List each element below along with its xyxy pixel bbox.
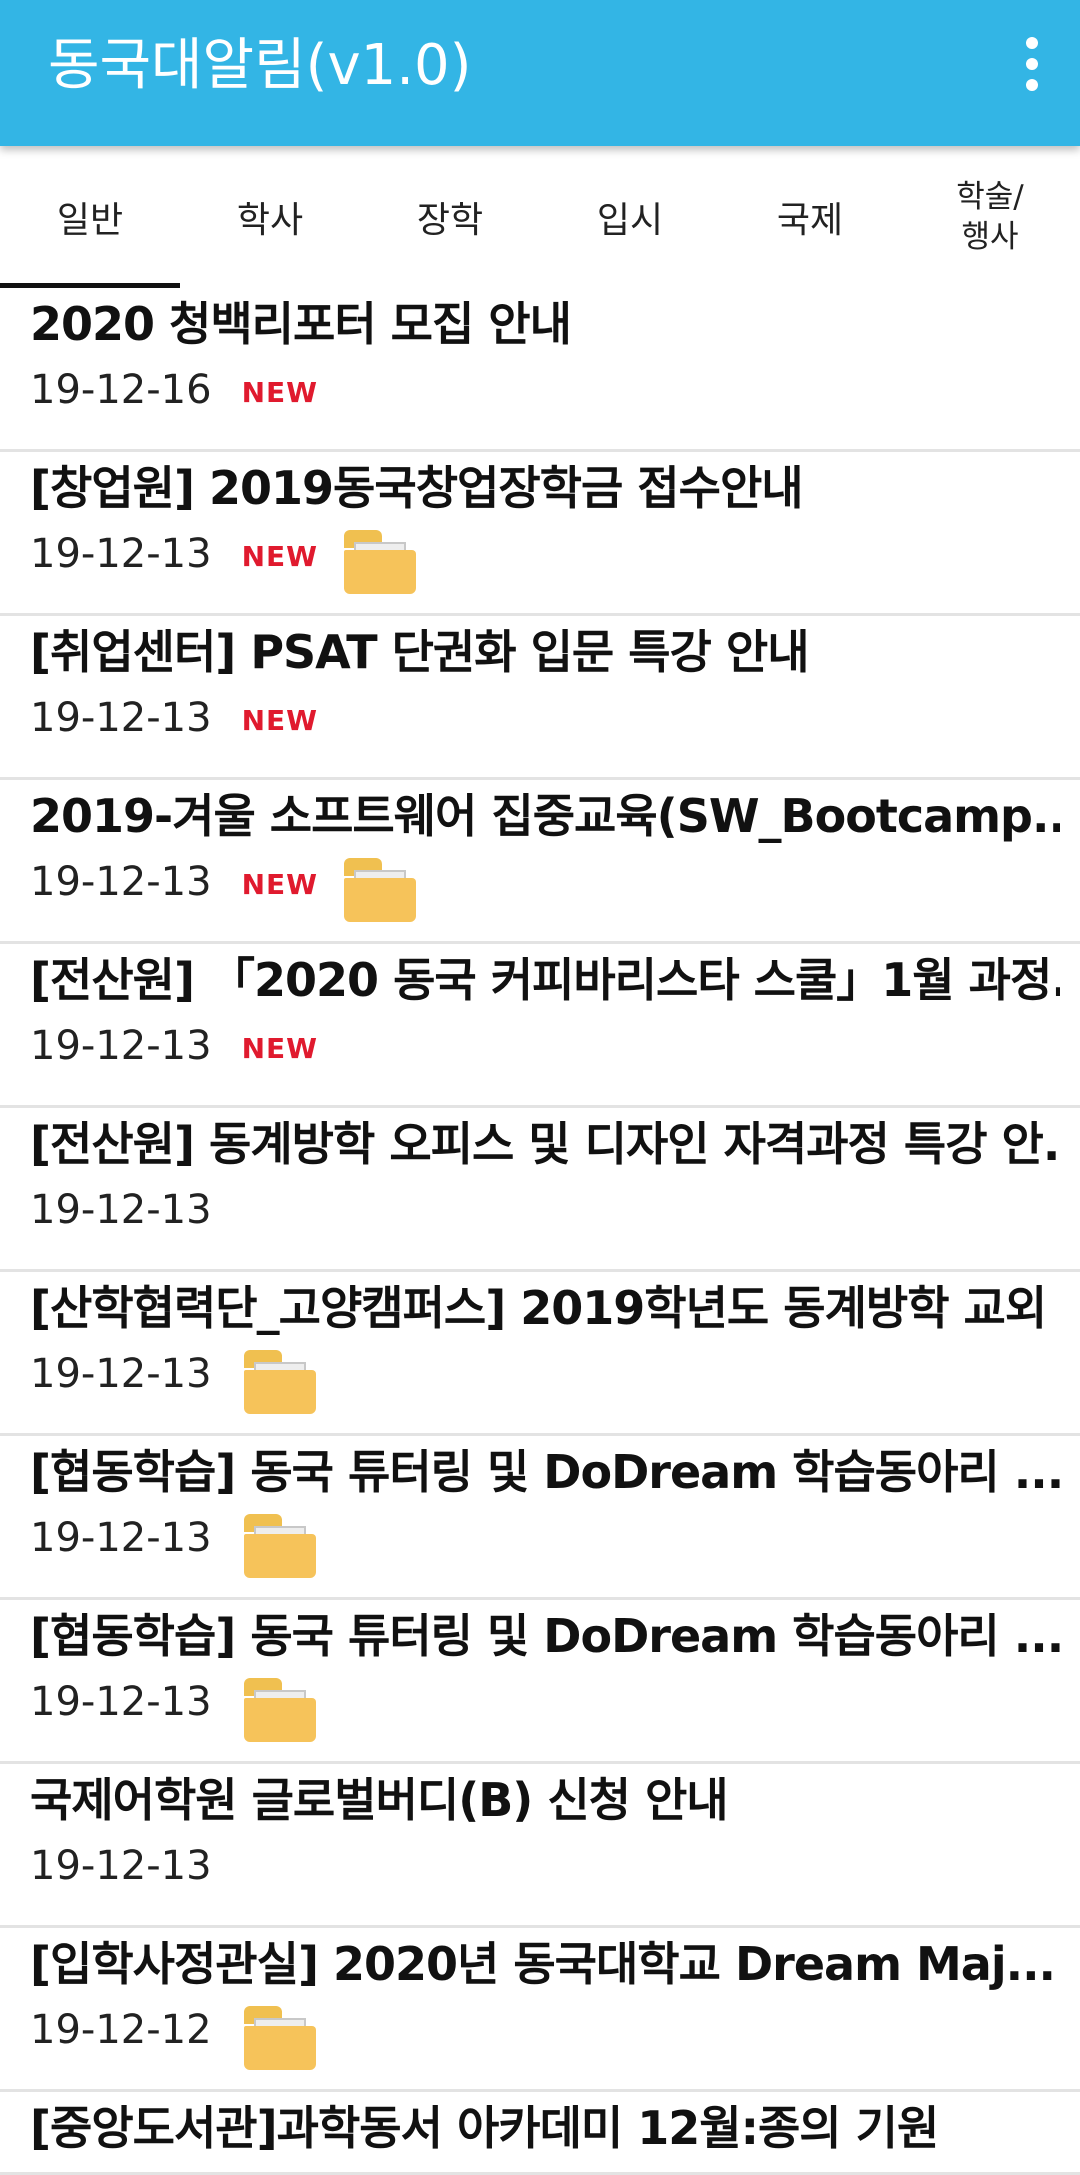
folder-icon [243,1678,316,1742]
notice-title: [전산원] 「2020 동국 커피바리스타 스쿨」1월 과정... [30,953,1060,1007]
notice-meta: 19-12-13 [30,1180,212,1260]
notice-date: 19-12-13 [30,695,212,741]
notice-date: 19-12-12 [30,2007,212,2053]
app-bar: 동국대알림(v1.0) [0,0,1080,146]
folder-icon [344,858,417,922]
folder-icon [243,2006,316,2070]
notice-meta: 19-12-13 [30,1672,316,1752]
notice-list: 2020 청백리포터 모집 안내 19-12-16 NEW [창업원] 2019동국창… [0,288,1080,2175]
notice-title: [산학협력단_고양캠퍼스] 2019학년도 동계방학 교외 ... [30,1281,1060,1335]
notice-date: 19-12-16 [30,367,212,413]
notice-item[interactable]: 2020 청백리포터 모집 안내 19-12-16 NEW [0,288,1080,452]
notice-item[interactable]: [협동학습] 동국 튜터링 및 DoDream 학습동아리 ... 19-12-1… [0,1600,1080,1764]
notice-meta: 19-12-13 [30,1836,212,1916]
notice-title: [취업센터] PSAT 단권화 입문 특강 안내 [30,625,810,679]
tab-admission[interactable]: 입시 [540,146,720,288]
notice-title: [협동학습] 동국 튜터링 및 DoDream 학습동아리 ... [30,1609,1060,1663]
notice-meta: 19-12-13 NEW [30,852,417,932]
new-badge: NEW [241,540,319,573]
notice-item[interactable]: [협동학습] 동국 튜터링 및 DoDream 학습동아리 ... 19-12-1… [0,1436,1080,1600]
tab-scholarship[interactable]: 장학 [360,146,540,288]
notice-date: 19-12-13 [30,1679,212,1725]
notice-title: [창업원] 2019동국창업장학금 접수안내 [30,461,804,515]
notice-meta: 19-12-13 [30,1508,316,1588]
folder-icon [243,1514,316,1578]
app-title: 동국대알림(v1.0) [48,33,472,98]
tab-general[interactable]: 일반 [0,146,180,288]
notice-item[interactable]: [입학사정관실] 2020년 동국대학교 Dream Maj... 19-12-1… [0,1928,1080,2092]
notice-title: [입학사정관실] 2020년 동국대학교 Dream Maj... [30,1937,1056,1991]
notice-title: 2019-겨울 소프트웨어 집중교육(SW_Bootcamp... [30,789,1060,843]
new-badge: NEW [241,1032,319,1065]
notice-item[interactable]: [전산원] 동계방학 오피스 및 디자인 자격과정 특강 안... 19-12-1… [0,1108,1080,1272]
notice-date: 19-12-13 [30,531,212,577]
notice-date: 19-12-13 [30,1515,212,1561]
category-tabs: 일반 학사 장학 입시 국제 학술/ 행사 [0,146,1080,288]
notice-meta: 19-12-13 NEW [30,688,318,768]
notice-item[interactable]: 2019-겨울 소프트웨어 집중교육(SW_Bootcamp... 19-12-1… [0,780,1080,944]
folder-icon [243,1350,316,1414]
notice-date: 19-12-13 [30,1023,212,1069]
tab-academic[interactable]: 학사 [180,146,360,288]
notice-meta: 19-12-13 [30,1344,316,1424]
notice-date: 19-12-13 [30,1843,212,1889]
notice-meta: 19-12-16 NEW [30,360,318,440]
notice-item[interactable]: [전산원] 「2020 동국 커피바리스타 스쿨」1월 과정... 19-12-1… [0,944,1080,1108]
more-vert-icon[interactable] [1002,28,1062,100]
new-badge: NEW [241,704,319,737]
notice-meta: 19-12-13 NEW [30,524,417,604]
notice-title: 2020 청백리포터 모집 안내 [30,297,572,351]
notice-title: [중앙도서관]과학동서 아카데미 12월:종의 기원 [30,2101,939,2155]
notice-item[interactable]: [산학협력단_고양캠퍼스] 2019학년도 동계방학 교외 ... 19-12-1… [0,1272,1080,1436]
notice-title: [전산원] 동계방학 오피스 및 디자인 자격과정 특강 안... [30,1117,1060,1171]
tab-international[interactable]: 국제 [720,146,900,288]
new-badge: NEW [241,376,319,409]
notice-item[interactable]: [취업센터] PSAT 단권화 입문 특강 안내 19-12-13 NEW [0,616,1080,780]
tab-events[interactable]: 학술/ 행사 [900,146,1080,288]
notice-item[interactable]: 국제어학원 글로벌버디(B) 신청 안내 19-12-13 [0,1764,1080,1928]
notice-meta: 19-12-13 NEW [30,1016,318,1096]
notice-date: 19-12-13 [30,859,212,905]
new-badge: NEW [241,868,319,901]
folder-icon [344,530,417,594]
notice-title: 국제어학원 글로벌버디(B) 신청 안내 [30,1773,729,1827]
notice-date: 19-12-13 [30,1187,212,1233]
notice-date: 19-12-13 [30,1351,212,1397]
notice-title: [협동학습] 동국 튜터링 및 DoDream 학습동아리 ... [30,1445,1060,1499]
notice-item[interactable]: [창업원] 2019동국창업장학금 접수안내 19-12-13 NEW [0,452,1080,616]
notice-item[interactable]: [중앙도서관]과학동서 아카데미 12월:종의 기원 [0,2092,1080,2175]
notice-meta: 19-12-12 [30,2000,316,2080]
